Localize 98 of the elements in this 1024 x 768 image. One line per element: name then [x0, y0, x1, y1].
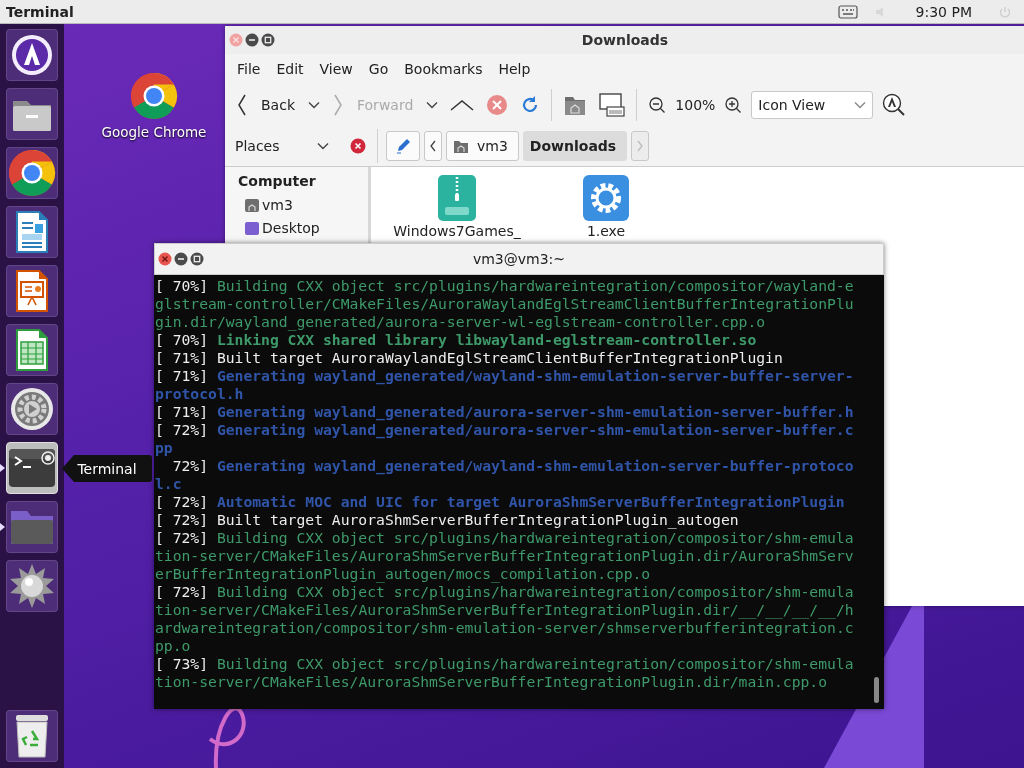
path-button[interactable]: Downloads	[522, 131, 628, 161]
icon-label[interactable]: Google Chrome	[101, 124, 207, 140]
tooltip: Terminal	[62, 455, 152, 482]
places-dropdown[interactable]: Places	[233, 138, 331, 154]
keyboard-icon	[837, 4, 858, 19]
output-text: erBufferIntegrationPlugin_autogen/mocs_compilation.cpp.o	[155, 565, 651, 583]
close-icon	[229, 33, 243, 47]
chevron-left-icon	[430, 140, 436, 152]
progress-text: [ 72%]	[155, 421, 209, 439]
output-text: Automatic MOC and UIC for target AuroraShmServerBufferIntegrationPlugin	[216, 493, 845, 511]
view-mode-dropdown[interactable]: Icon View	[751, 91, 874, 119]
desktop-folder-icon	[244, 219, 260, 236]
caret-icon	[854, 101, 867, 109]
sidebar-heading: Computer	[238, 173, 317, 189]
output-text: l.c	[155, 475, 182, 493]
minimize-icon	[245, 33, 259, 47]
menu-item[interactable]: Bookmarks	[396, 57, 491, 81]
window-title: Downloads	[580, 32, 670, 48]
zoom-out-icon	[648, 96, 667, 114]
output-text: ardwareintegration/compositor/shm-emulation-server/shmserverbufferintegration.c	[155, 619, 854, 637]
file-name[interactable]: Windows7Games_	[393, 223, 521, 239]
progress-text: [ 72%]	[155, 583, 209, 601]
pencil-icon	[395, 138, 411, 154]
output-text: Generating wayland_generated/wayland-shm-emulation-server-buffer-protoco	[216, 457, 854, 475]
output-text: Building CXX object src/plugins/hardwareintegration/compositor/shm-emula	[216, 583, 854, 601]
clock[interactable]: 9:30 PM	[915, 3, 972, 20]
progress-text: [ 72%]	[155, 511, 209, 529]
progress-text: [ 71%]	[155, 349, 209, 367]
zoom-level: 100%	[675, 97, 716, 113]
window-title: vm3@vm3:~	[471, 251, 567, 267]
caret-icon	[308, 101, 320, 109]
search-icon	[882, 93, 907, 117]
output-text: gin.dir/wayland_generated/aurora-server-wl-eglstream-controller.cpp.o	[155, 313, 766, 331]
chevron-left-icon	[237, 94, 247, 116]
output-text: protocol.h	[155, 385, 244, 403]
caret-icon	[426, 101, 439, 109]
output-text: Generating wayland_generated/aurora-server-shm-emulation-server-buffer.c	[216, 421, 854, 439]
close-icon	[350, 138, 366, 154]
menu-item[interactable]: Go	[360, 57, 397, 81]
progress-text: [ 71%]	[155, 367, 209, 385]
output-text: Generating wayland_generated/wayland-shm-emulation-server-buffer-server-	[216, 367, 854, 385]
progress-text: 72%]	[171, 457, 209, 475]
output-text: glstream-controller/CMakeFiles/AuroraWaylandEglStreamClientBufferIntegrationPlu	[155, 295, 854, 313]
terminal-icon	[8, 447, 56, 489]
output-text: Built target AuroraShmServerBufferIntegrationPlugin_autogen	[216, 511, 739, 529]
chrome-icon	[8, 149, 56, 197]
path-button[interactable]: vm3	[446, 131, 519, 161]
maximize-icon	[190, 252, 204, 266]
progress-text: [ 71%]	[155, 403, 209, 421]
output-text: tion-server/CMakeFiles/AuroraShmServerBufferIntegrationPlugin.dir/AuroraShmServ	[155, 547, 854, 565]
output-text: tion-server/CMakeFiles/AuroraShmServerBufferIntegrationPlugin.dir/main.cpp.o	[155, 673, 828, 691]
computer-icon	[599, 93, 626, 117]
caret-icon	[317, 142, 329, 150]
minimize-icon	[174, 252, 188, 266]
wallpaper-curve	[208, 706, 246, 768]
output-text: Building CXX object src/plugins/hardwareintegration/compositor/wayland-e	[216, 277, 854, 295]
forward-button: Forward	[329, 94, 418, 116]
sidebar-item[interactable]: Desktop	[238, 216, 368, 239]
output-text: pp.o	[155, 637, 191, 655]
progress-text: [ 72%]	[155, 493, 209, 511]
maximize-icon	[261, 33, 275, 47]
sidebar-item[interactable]: vm3	[238, 193, 368, 216]
output-text: Building CXX object src/plugins/hardwareintegration/compositor/shm-emula	[216, 529, 854, 547]
app-title: Terminal	[6, 3, 74, 20]
stop-icon	[486, 94, 509, 116]
menu-item[interactable]: File	[229, 57, 269, 81]
close-icon	[158, 252, 172, 266]
chrome-icon	[130, 72, 178, 120]
path-left-button[interactable]	[424, 131, 442, 161]
output-text: pp	[155, 439, 173, 457]
menu-item[interactable]: Help	[490, 57, 539, 81]
scrollbar[interactable]	[870, 275, 884, 709]
progress-text: [ 70%]	[155, 331, 209, 349]
chevron-right-icon	[637, 140, 644, 152]
progress-text: [ 72%]	[155, 529, 209, 547]
progress-text: [ 73%]	[155, 655, 209, 673]
zip-file-icon	[438, 175, 476, 221]
triangle-logo-icon	[9, 32, 55, 78]
output-text: Generating wayland_generated/aurora-server-shm-emulation-server-buffer.h	[216, 403, 854, 421]
gear-icon	[9, 386, 55, 432]
dock-launcher[interactable]	[6, 442, 58, 494]
menu-item[interactable]: Edit	[268, 57, 312, 81]
chevron-up-icon	[450, 99, 475, 111]
file-name[interactable]: 1.exe	[586, 223, 626, 239]
output-text: Built target AuroraWaylandEglStreamClientBufferIntegrationPlugin	[216, 349, 783, 367]
progress-text: [ 70%]	[155, 277, 209, 295]
gear-file-icon	[583, 175, 629, 221]
back-button[interactable]: Back	[233, 94, 299, 116]
edit-location-button[interactable]	[386, 131, 420, 161]
chevron-right-icon	[333, 94, 343, 116]
output-text: Building CXX object src/plugins/hardwareintegration/compositor/shm-emula	[216, 655, 854, 673]
home-folder-icon	[453, 138, 469, 154]
home-folder-icon	[244, 196, 260, 213]
output-text: Linking CXX shared library libwayland-eglstream-controller.so	[216, 331, 757, 349]
output-text: tion-server/CMakeFiles/AuroraShmServerBufferIntegrationPlugin.dir/__/__/__/__/h	[155, 601, 854, 619]
zoom-in-icon	[724, 96, 743, 114]
power-icon	[998, 4, 1012, 19]
menu-item[interactable]: View	[311, 57, 361, 81]
